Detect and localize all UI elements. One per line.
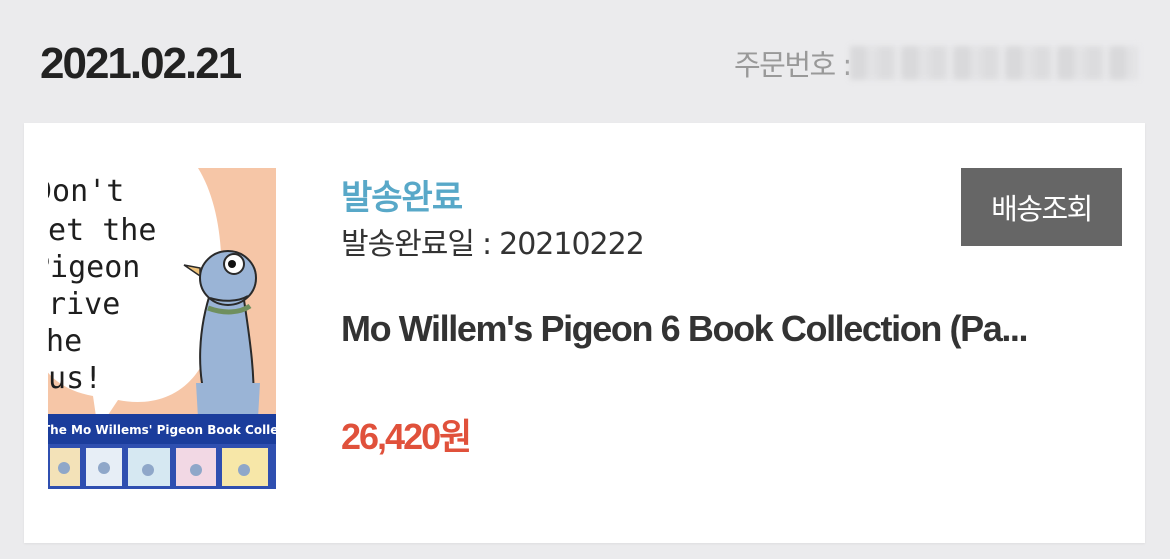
delivery-date: 발송완료일:20210222 [341, 223, 645, 267]
product-thumbnail[interactable]: Don't Let the Pigeon Drive the Bus! The [48, 168, 276, 489]
price-amount: 26,420 [341, 416, 441, 457]
delivery-date-label: 발송완료일 [341, 227, 475, 262]
product-price: 26,420원 [341, 413, 472, 462]
order-header: 2021.02.21 주문번호 : [0, 0, 1170, 122]
cover-line: Pigeon [48, 250, 140, 285]
delivery-date-value: 20210222 [499, 227, 645, 262]
track-delivery-button[interactable]: 배송조회 [961, 168, 1122, 246]
delivery-date-separator: : [482, 227, 492, 262]
cover-line: Don't [48, 174, 124, 209]
price-currency: 원 [439, 417, 472, 458]
cover-line: Drive [48, 287, 120, 322]
cover-banner-text: The Mo Willems' Pigeon Book Colle [48, 423, 276, 437]
cover-line: the [48, 324, 82, 359]
book-cover-image: Don't Let the Pigeon Drive the Bus! The [48, 168, 276, 489]
delivery-status: 발송완료 [341, 178, 463, 218]
order-date: 2021.02.21 [40, 39, 242, 88]
cover-line: Bus! [48, 361, 102, 396]
product-title[interactable]: Mo Willem's Pigeon 6 Book Collection (Pa… [341, 305, 1031, 353]
order-card: Don't Let the Pigeon Drive the Bus! The [24, 123, 1145, 543]
order-number-redacted [850, 46, 1138, 80]
cover-line: Let the [48, 213, 156, 248]
order-number-label: 주문번호 : [734, 48, 852, 82]
